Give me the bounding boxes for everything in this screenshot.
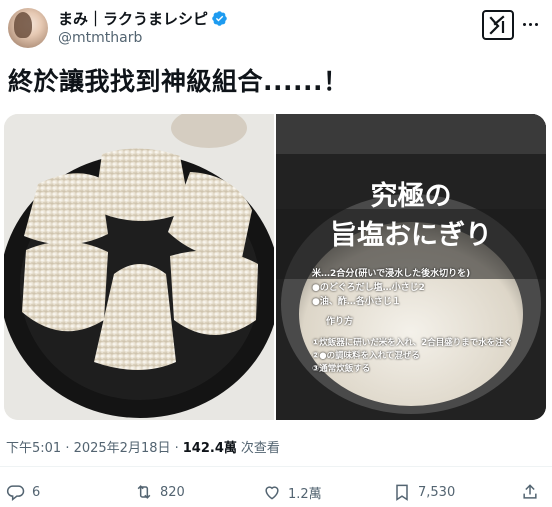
recipe-step: ②●の調味料を入れて混ぜる <box>312 351 420 361</box>
more-icon <box>522 22 526 26</box>
onigiri-plate-illustration <box>4 114 280 420</box>
recipe-card-image[interactable]: 究極の 旨塩おにぎり 米…2合分(研いで浸水した後水切りを) ●のどぐろだし塩…… <box>276 114 546 420</box>
retweet-button[interactable]: 820 <box>134 478 185 506</box>
reply-icon <box>6 485 25 502</box>
author-names: まみ｜ラクうまレシピ @mtmtharb <box>58 8 228 48</box>
recipe-step: ①炊飯器に研いだ米を入れ、2合目盛りまで水を注ぐ <box>312 338 513 348</box>
heart-icon <box>265 486 279 500</box>
retweet-icon <box>137 485 151 499</box>
verified-badge-icon <box>212 10 227 26</box>
bookmark-count: 7,530 <box>418 484 456 500</box>
tweet-media[interactable]: 究極の 旨塩おにぎり 米…2合分(研いで浸水した後水切りを) ●のどぐろだし塩…… <box>4 114 546 420</box>
share-icon <box>523 484 537 499</box>
recipe-ingredient: ●油、酢…各小さじ１ <box>312 297 401 307</box>
tweet-meta: 下午5:01 · 2025年2月18日 · 142.4萬 次查看 <box>6 437 280 456</box>
view-count: 142.4萬 <box>182 441 237 456</box>
recipe-title-line2: 旨塩おにぎり <box>330 220 492 251</box>
more-icon-dot <box>534 22 538 26</box>
tweet-actions: 6 820 1.2萬 7,530 <box>0 478 552 506</box>
recipe-ingredient: 米…2合分(研いで浸水した後水切りを) <box>312 269 471 279</box>
recipe-title-line1: 究極の <box>370 181 452 212</box>
avatar[interactable] <box>8 8 48 48</box>
view-count-label: 次查看 <box>240 441 280 456</box>
recipe-ingredient: ●のどぐろだし塩…小さじ2 <box>312 283 425 293</box>
reply-count: 6 <box>32 484 41 500</box>
handle[interactable]: @mtmtharb <box>58 30 228 48</box>
tweet-text: 終於讓我找到神級組合......！ <box>8 67 349 96</box>
divider <box>0 466 552 467</box>
xai-grok-icon <box>489 15 505 35</box>
like-button[interactable]: 1.2萬 <box>262 478 322 506</box>
like-count: 1.2萬 <box>288 486 322 502</box>
tweet: まみ｜ラクうまレシピ @mtmtharb 終於讓我找到神級組合......！ 究… <box>0 0 552 507</box>
more-icon-dot <box>528 22 532 26</box>
reply-button[interactable]: 6 <box>6 478 40 506</box>
bookmark-button[interactable]: 7,530 <box>392 478 455 506</box>
bookmark-icon <box>396 484 408 501</box>
recipe-step: ③通常炊飯する <box>312 364 371 374</box>
tweet-timestamp[interactable]: 下午5:01 · 2025年2月18日 · <box>6 437 179 456</box>
share-button[interactable] <box>520 478 540 506</box>
grok-button[interactable] <box>482 10 514 40</box>
more-button[interactable] <box>520 14 540 34</box>
display-name[interactable]: まみ｜ラクうまレシピ <box>58 8 208 29</box>
recipe-method-heading: 作り方 <box>326 317 354 327</box>
onigiri-plate-photo[interactable] <box>4 114 280 420</box>
display-name-row: まみ｜ラクうまレシピ <box>58 8 228 28</box>
tweet-header: まみ｜ラクうまレシピ @mtmtharb <box>8 6 544 50</box>
retweet-count: 820 <box>160 484 185 500</box>
